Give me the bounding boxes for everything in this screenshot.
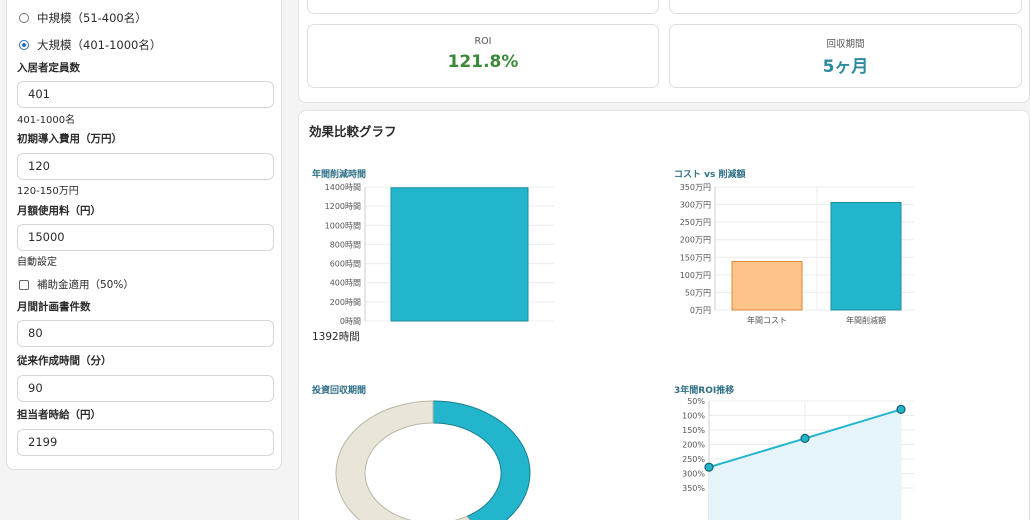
prev-time-input[interactable]: 90 — [17, 375, 274, 402]
monthly-plans-label: 月間計画書件数 — [17, 301, 91, 313]
y-tick-label: 100% — [682, 412, 705, 421]
y-tick-label: 100万円 — [680, 271, 711, 280]
line-point — [896, 404, 906, 415]
input-form-panel: 中規模（51-400名） 大規模（401-1000名） 入居者定員数 401 4… — [6, 0, 282, 470]
hours-bar-chart: 0時間 200時間 400時間 600時間 800時間 1000時間 1200時間 1400時… — [325, 183, 554, 326]
hours-total-text: 1392時間 — [312, 331, 360, 343]
roi-line-chart: 50% 100% 150% 200% 250% 300% 350% — [682, 397, 914, 520]
payback-donut-chart — [335, 400, 531, 520]
y-tick-label: 0時間 — [340, 317, 361, 326]
summary-card-top-left — [307, 0, 659, 14]
roi-label: ROI — [474, 36, 492, 47]
subsidy-checkbox[interactable] — [19, 279, 29, 290]
line-point — [800, 433, 810, 444]
monthly-fee-hint: 自動設定 — [17, 257, 57, 268]
summary-card-top-right — [669, 0, 1022, 14]
cost-bar-chart: 0万円 50万円 100万円 150万円 200万円 250万円 300万円 350万円年間コ… — [680, 183, 914, 325]
y-tick-label: 200% — [682, 441, 705, 450]
y-tick-label: 600時間 — [330, 260, 361, 269]
capacity-input[interactable]: 401 — [17, 81, 274, 108]
y-tick-label: 1000時間 — [325, 221, 361, 230]
bar — [390, 187, 529, 322]
y-tick-label: 300万円 — [680, 201, 711, 210]
bar — [731, 261, 803, 311]
y-tick-label: 50% — [687, 397, 705, 406]
y-tick-label: 150% — [682, 426, 705, 435]
payback-value: 5ヶ月 — [822, 57, 869, 77]
y-tick-label: 150万円 — [680, 253, 711, 262]
y-tick-label: 0万円 — [690, 306, 711, 315]
size-medium-option[interactable]: 中規模（51-400名） — [19, 10, 147, 26]
payback-label: 回収期間 — [826, 39, 865, 50]
hourly-wage-label: 担当者時給（円） — [17, 409, 101, 421]
y-tick-label: 300% — [682, 470, 705, 479]
y-tick-label: 800時間 — [330, 240, 361, 249]
monthly-fee-label: 月額使用料（円） — [17, 205, 101, 217]
size-large-radio[interactable] — [19, 40, 29, 50]
size-medium-radio[interactable] — [19, 13, 29, 23]
roi-card: ROI 121.8% — [307, 24, 659, 88]
prev-time-label: 従来作成時間（分） — [17, 355, 112, 367]
monthly-plans-input[interactable]: 80 — [17, 320, 274, 347]
capacity-label: 入居者定員数 — [17, 62, 80, 74]
y-tick-label: 350万円 — [680, 183, 711, 192]
initial-cost-label: 初期導入費用（万円） — [17, 133, 122, 145]
x-tick-label: 年間コスト — [747, 315, 787, 325]
donut-slice — [432, 400, 531, 520]
y-tick-label: 50万円 — [685, 288, 711, 297]
y-tick-label: 250% — [682, 455, 705, 464]
y-tick-label: 250万円 — [680, 218, 711, 227]
y-tick-label: 400時間 — [330, 279, 361, 288]
size-medium-label: 中規模（51-400名） — [37, 11, 147, 25]
subsidy-label: 補助金適用（50%） — [37, 279, 134, 291]
initial-cost-hint: 120-150万円 — [17, 186, 79, 197]
summary-panel: ROI 121.8% 回収期間 5ヶ月 — [298, 0, 1030, 103]
y-tick-label: 1400時間 — [325, 183, 361, 192]
bar — [830, 201, 902, 311]
subsidy-option[interactable]: 補助金適用（50%） — [19, 277, 134, 292]
size-large-label: 大規模（401-1000名） — [37, 38, 162, 52]
charts-section-title: 効果比較グラフ — [309, 124, 397, 139]
initial-cost-input[interactable]: 120 — [17, 153, 274, 180]
line-point — [704, 462, 714, 472]
monthly-fee-input[interactable]: 15000 — [17, 224, 274, 251]
y-tick-label: 200万円 — [680, 236, 711, 245]
hourly-wage-input[interactable]: 2199 — [17, 429, 274, 456]
y-tick-label: 350% — [682, 484, 705, 493]
y-tick-label: 200時間 — [330, 298, 361, 307]
charts-panel: 効果比較グラフ 年間削減時間 0時間 200時間 400時間 600時間 800時間 10… — [298, 110, 1030, 520]
size-large-option[interactable]: 大規模（401-1000名） — [19, 37, 161, 53]
roi-value: 121.8% — [447, 52, 519, 72]
capacity-hint: 401-1000名 — [17, 115, 76, 126]
x-tick-label: 年間削減額 — [846, 315, 886, 325]
payback-card: 回収期間 5ヶ月 — [669, 24, 1022, 88]
y-tick-label: 1200時間 — [325, 202, 361, 211]
